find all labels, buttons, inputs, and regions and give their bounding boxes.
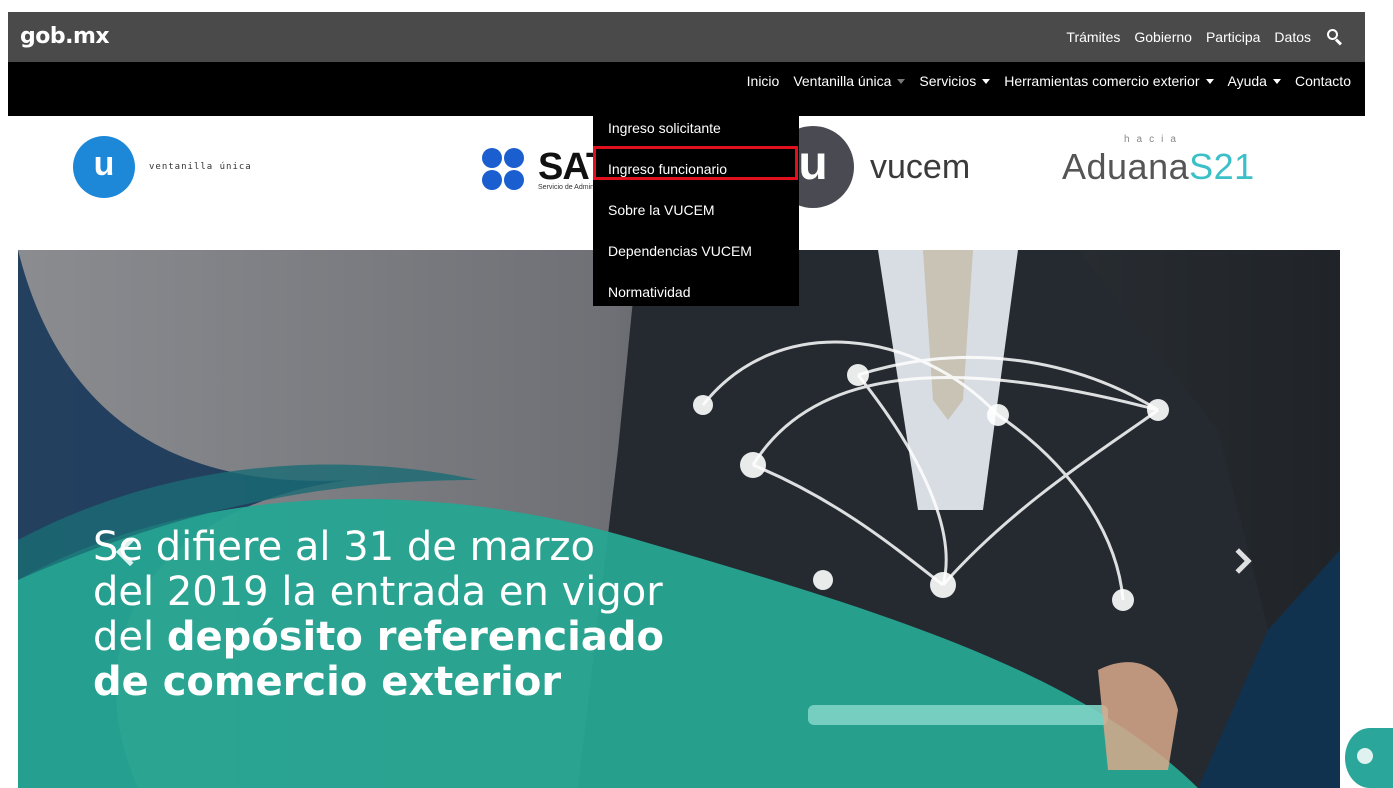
hero-line-3-bold: depósito referenciado (166, 614, 664, 660)
nav-servicios-label: Servicios (919, 73, 977, 89)
chevron-down-icon (982, 78, 991, 84)
gob-logo[interactable]: gob.mx (20, 24, 110, 49)
hero-banner[interactable]: Se difiere al 31 de marzo del 2019 la en… (18, 250, 1340, 788)
vu-logo-text: ventanilla única (149, 162, 252, 172)
link-tramites[interactable]: Trámites (1066, 29, 1120, 45)
nav-ventanilla-unica[interactable]: Ventanilla única (793, 73, 906, 89)
nav-ayuda[interactable]: Ayuda (1228, 73, 1281, 89)
nav-servicios[interactable]: Servicios (919, 73, 991, 89)
nav-contacto-label: Contacto (1294, 73, 1351, 89)
page: gob.mx Trámites Gobierno Participa Datos… (0, 0, 1393, 788)
hero-line-2: del 2019 la entrada en vigor (93, 569, 663, 615)
hero-line-3-prefix: del (93, 614, 167, 660)
aduana-logo-text: Aduana (1062, 146, 1190, 187)
ventanilla-unica-dropdown: Ingreso solicitante Ingreso funcionario … (593, 98, 799, 306)
chevron-down-icon (897, 78, 906, 84)
hero-line-4: de comercio exterior (93, 660, 664, 705)
hero-headline: Se difiere al 31 de marzo del 2019 la en… (93, 525, 664, 705)
chevron-down-icon (1205, 78, 1214, 84)
nav-contacto[interactable]: Contacto (1295, 73, 1351, 89)
nav-ventanilla-unica-label: Ventanilla única (793, 73, 892, 89)
menu-item-ingreso-funcionario[interactable]: Ingreso funcionario (593, 149, 799, 190)
ventanilla-unica-logo[interactable]: u ventanilla única (73, 136, 252, 198)
hero-line-4-bold: de comercio exterior (93, 659, 562, 705)
nav-inicio-label: Inicio (746, 73, 780, 89)
nav-ayuda-label: Ayuda (1227, 73, 1267, 89)
menu-item-ingreso-solicitante[interactable]: Ingreso solicitante (593, 108, 799, 149)
link-participa[interactable]: Participa (1206, 29, 1260, 45)
menu-item-dependencias-vucem[interactable]: Dependencias VUCEM (593, 231, 799, 272)
vucem-logo-text: vucem (870, 148, 971, 186)
chevron-down-icon (1272, 78, 1281, 84)
vu-logo-icon: u (73, 136, 135, 198)
aduana-s21-logo[interactable]: AduanaS21 (1062, 146, 1255, 188)
link-datos[interactable]: Datos (1274, 29, 1311, 45)
link-gobierno[interactable]: Gobierno (1134, 29, 1192, 45)
hero-background (18, 250, 1340, 788)
search-icon[interactable] (1327, 29, 1343, 46)
gob-top-bar: gob.mx Trámites Gobierno Participa Datos (8, 12, 1365, 62)
chat-icon[interactable] (1345, 728, 1393, 788)
hero-line-3: del depósito referenciado (93, 615, 664, 660)
nav-inicio[interactable]: Inicio (747, 73, 780, 89)
nav-herramientas-label: Herramientas comercio exterior (1004, 73, 1200, 89)
menu-item-sobre-vucem[interactable]: Sobre la VUCEM (593, 190, 799, 231)
gob-links: Trámites Gobierno Participa Datos (1066, 29, 1343, 46)
s21-logo-text: S21 (1189, 146, 1255, 187)
nav-herramientas[interactable]: Herramientas comercio exterior (1004, 73, 1214, 89)
hero-line-1: Se difiere al 31 de marzo (93, 524, 595, 570)
aduana-hacia-text: hacia (1124, 134, 1183, 145)
menu-item-normatividad[interactable]: Normatividad (593, 272, 799, 313)
sat-dots-icon (480, 148, 532, 192)
